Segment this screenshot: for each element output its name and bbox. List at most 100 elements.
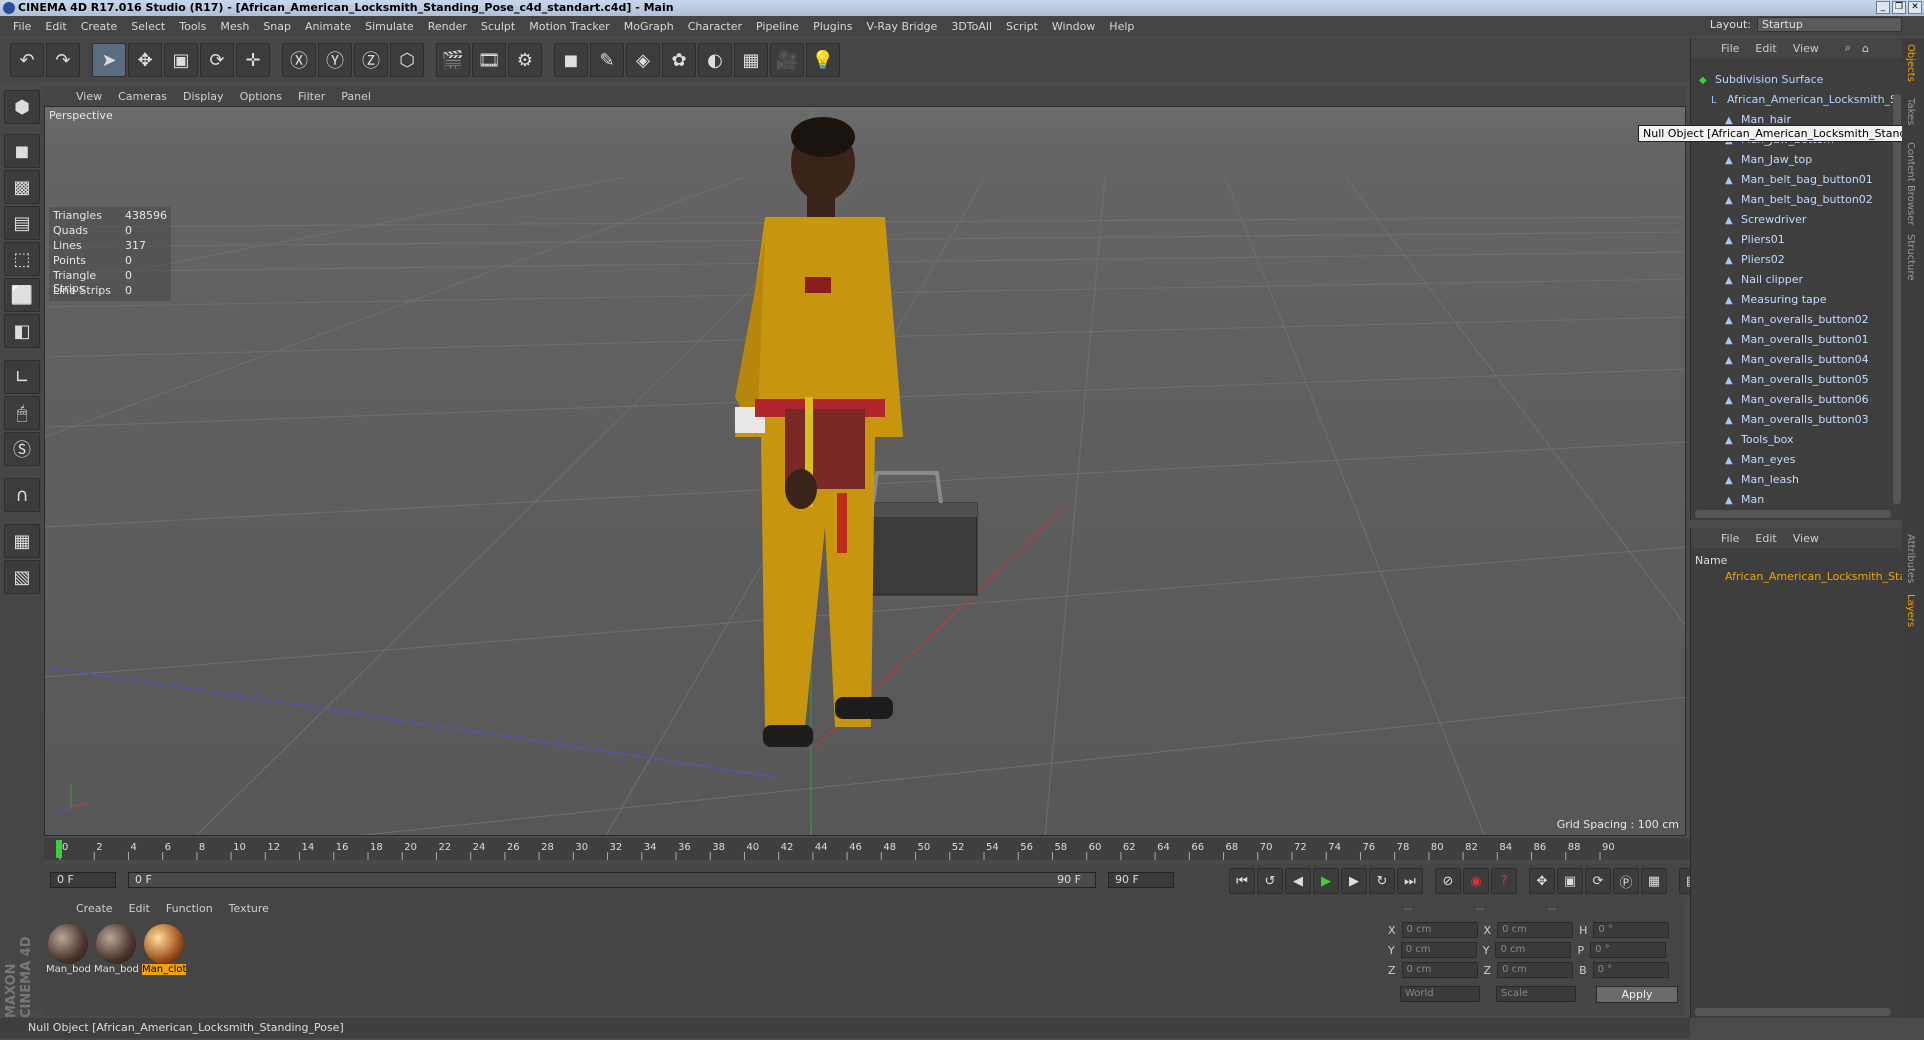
light-icon[interactable]: 💡 bbox=[806, 43, 840, 77]
rotation-p-field[interactable]: 0 ° bbox=[1590, 942, 1667, 958]
3d-viewport[interactable]: Perspective Triangles 438596 Quads 0 Lines… bbox=[44, 106, 1686, 836]
autokey-icon[interactable]: ◉ bbox=[1463, 868, 1489, 894]
restore-icon[interactable]: ❐ bbox=[1892, 1, 1906, 14]
menu-file[interactable]: File bbox=[6, 20, 38, 33]
mat-menu-edit[interactable]: Edit bbox=[121, 902, 158, 915]
rotation-b-field[interactable]: 0 ° bbox=[1592, 962, 1669, 978]
layout-dropdown[interactable]: Startup bbox=[1757, 17, 1902, 32]
tab-layers[interactable]: Layers bbox=[1905, 594, 1916, 627]
mat-menu-create[interactable]: Create bbox=[68, 902, 121, 915]
menu-tools[interactable]: Tools bbox=[172, 20, 213, 33]
layer-scrollbar[interactable] bbox=[1695, 1008, 1891, 1016]
object-row[interactable]: ▲ Nail clipper bbox=[1725, 270, 1803, 289]
workplane-icon[interactable]: ▧ bbox=[4, 560, 40, 594]
mat-menu-function[interactable]: Function bbox=[158, 902, 221, 915]
object-row[interactable]: ▲ Pliers01 bbox=[1725, 230, 1785, 249]
object-row[interactable]: ▲ Man_eyes bbox=[1725, 450, 1795, 469]
menu-window[interactable]: Window bbox=[1045, 20, 1102, 33]
material-swatch[interactable]: Man_bod bbox=[46, 924, 91, 975]
keyframe-selection-icon[interactable]: ? bbox=[1491, 868, 1517, 894]
menu-motion-tracker[interactable]: Motion Tracker bbox=[522, 20, 616, 33]
select-arrow-icon[interactable]: ➤ bbox=[92, 43, 126, 77]
close-icon[interactable]: ✕ bbox=[1908, 1, 1922, 14]
menu-mesh[interactable]: Mesh bbox=[213, 20, 256, 33]
move-icon[interactable]: ✥ bbox=[128, 43, 162, 77]
start-frame-field[interactable]: 0 F bbox=[50, 872, 116, 888]
object-row[interactable]: ▲ Man_belt_bag_button02 bbox=[1725, 190, 1873, 209]
playhead-marker[interactable] bbox=[56, 840, 62, 858]
axis-mode-icon[interactable]: ∟ bbox=[4, 360, 40, 394]
home-icon[interactable]: ⌂ bbox=[1859, 42, 1872, 55]
layer-item[interactable]: African_American_Locksmith_Standi bbox=[1725, 570, 1923, 583]
object-null[interactable]: L African_American_Locksmith_St bbox=[1711, 90, 1901, 109]
menu-script[interactable]: Script bbox=[999, 20, 1045, 33]
workplane-mode-icon[interactable]: ▤ bbox=[4, 206, 40, 240]
menu-plugins[interactable]: Plugins bbox=[806, 20, 859, 33]
layer-menu-edit[interactable]: Edit bbox=[1747, 532, 1784, 545]
vp-menu-cameras[interactable]: Cameras bbox=[110, 90, 175, 103]
menu-sculpt[interactable]: Sculpt bbox=[474, 20, 522, 33]
render-settings-icon[interactable]: ⚙ bbox=[508, 43, 542, 77]
vp-menu-display[interactable]: Display bbox=[175, 90, 232, 103]
menu-animate[interactable]: Animate bbox=[298, 20, 358, 33]
vp-menu-options[interactable]: Options bbox=[232, 90, 290, 103]
key-parameter-icon[interactable]: Ⓟ bbox=[1613, 868, 1639, 894]
minimize-icon[interactable]: _ bbox=[1876, 1, 1890, 14]
menu-character[interactable]: Character bbox=[681, 20, 749, 33]
model-mode-icon[interactable]: ◼ bbox=[4, 134, 40, 168]
object-row[interactable]: ▲ Man_overalls_button01 bbox=[1725, 330, 1869, 349]
vp-menu-panel[interactable]: Panel bbox=[333, 90, 379, 103]
previous-key-icon[interactable]: ↺ bbox=[1257, 868, 1283, 894]
object-row[interactable]: ▲ Man_overalls_button06 bbox=[1725, 390, 1869, 409]
floor-scene-icon[interactable]: ▦ bbox=[734, 43, 768, 77]
apply-button[interactable]: Apply bbox=[1596, 986, 1678, 1003]
menu-vray-bridge[interactable]: V-Ray Bridge bbox=[859, 20, 944, 33]
record-keys-icon[interactable]: ⊘ bbox=[1435, 868, 1461, 894]
key-rotation-icon[interactable]: ⟳ bbox=[1585, 868, 1611, 894]
x-axis-lock-icon[interactable]: Ⓧ bbox=[282, 43, 316, 77]
tab-attributes[interactable]: Attributes bbox=[1905, 534, 1916, 583]
grid-lock-icon[interactable]: ▦ bbox=[4, 524, 40, 558]
object-root[interactable]: ◆ Subdivision Surface bbox=[1699, 70, 1823, 89]
z-axis-lock-icon[interactable]: Ⓩ bbox=[354, 43, 388, 77]
object-row[interactable]: ▲ Pliers02 bbox=[1725, 250, 1785, 269]
y-axis-lock-icon[interactable]: Ⓨ bbox=[318, 43, 352, 77]
vp-menu-view[interactable]: View bbox=[68, 90, 110, 103]
key-position-icon[interactable]: ✥ bbox=[1529, 868, 1555, 894]
polygons-mode-icon[interactable]: ◧ bbox=[4, 314, 40, 348]
menu-select[interactable]: Select bbox=[124, 20, 172, 33]
pen-spline-icon[interactable]: ✎ bbox=[590, 43, 624, 77]
previous-frame-icon[interactable]: ◀ bbox=[1285, 868, 1311, 894]
menu-simulate[interactable]: Simulate bbox=[358, 20, 421, 33]
menu-render[interactable]: Render bbox=[421, 20, 474, 33]
material-swatch-selected[interactable]: Man_clot bbox=[142, 924, 186, 975]
object-row[interactable]: ▲ Man_overalls_button03 bbox=[1725, 410, 1869, 429]
object-row[interactable]: ▲ Measuring tape bbox=[1725, 290, 1827, 309]
object-vertical-scrollbar[interactable] bbox=[1893, 94, 1901, 504]
position-x-field[interactable]: 0 cm bbox=[1401, 922, 1478, 938]
deformer-icon[interactable]: ◐ bbox=[698, 43, 732, 77]
tab-objects[interactable]: Objects bbox=[1905, 44, 1916, 82]
camera-label[interactable]: Perspective bbox=[49, 109, 113, 122]
object-row[interactable]: ▲ Man_overalls_button02 bbox=[1725, 310, 1869, 329]
timeline-ruler[interactable]: 0 2 4 6 8 10 12 14 16 18 20 22 24 26 28 30 32 34 36 38 40 42 4… bbox=[44, 838, 1795, 860]
position-y-field[interactable]: 0 cm bbox=[1400, 942, 1477, 958]
end-frame-field[interactable]: 90 F bbox=[1108, 872, 1174, 888]
search-icon[interactable]: ⌕ bbox=[1837, 41, 1859, 55]
cube-primitive-icon[interactable]: ◼ bbox=[554, 43, 588, 77]
edges-mode-icon[interactable]: ⬜ bbox=[4, 278, 40, 312]
size-x-field[interactable]: 0 cm bbox=[1497, 922, 1574, 938]
tab-structure[interactable]: Structure bbox=[1905, 234, 1916, 281]
coordinate-system-icon[interactable]: ⬡ bbox=[390, 43, 424, 77]
object-row[interactable]: ▲ Man_overalls_button05 bbox=[1725, 370, 1869, 389]
rotate-icon[interactable]: ⟳ bbox=[200, 43, 234, 77]
tab-takes[interactable]: Takes bbox=[1905, 98, 1916, 125]
texture-mode-icon[interactable]: ▩ bbox=[4, 170, 40, 204]
object-row[interactable]: ▲ Man_leash bbox=[1725, 470, 1799, 489]
scale-icon[interactable]: ▣ bbox=[164, 43, 198, 77]
vp-menu-filter[interactable]: Filter bbox=[290, 90, 333, 103]
magnet-icon[interactable]: ∩ bbox=[4, 478, 40, 512]
menu-3dtoall[interactable]: 3DToAll bbox=[944, 20, 999, 33]
object-row[interactable]: ▲ Man_Jaw_top bbox=[1725, 150, 1812, 169]
obj-menu-view[interactable]: View bbox=[1785, 42, 1827, 55]
